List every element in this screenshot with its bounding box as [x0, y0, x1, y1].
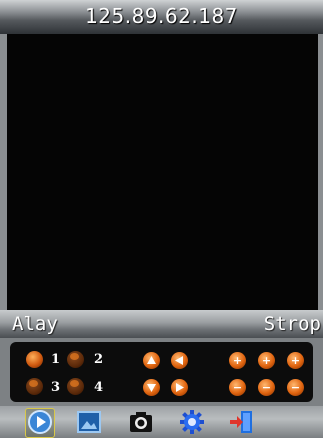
- channel-4-button[interactable]: [67, 378, 84, 395]
- arrow-up-icon: [147, 356, 156, 364]
- exit-button[interactable]: [228, 409, 254, 435]
- status-left-label: Alay: [12, 313, 58, 335]
- gear-icon: [180, 410, 204, 434]
- channel-1-button[interactable]: [26, 351, 43, 368]
- status-right-label: Strop: [263, 313, 321, 335]
- image-icon: [77, 411, 101, 433]
- video-frame-left: [0, 34, 7, 310]
- channel-1-label: 1: [51, 352, 61, 367]
- arrow-right-icon: [176, 383, 184, 392]
- ptz-right-button[interactable]: [171, 379, 188, 396]
- arrow-down-icon: [147, 384, 156, 392]
- control-panel: 1 2 3 4 + + + − − −: [0, 338, 323, 406]
- iris-in-button[interactable]: +: [287, 352, 304, 369]
- zoom-in-button[interactable]: +: [229, 352, 246, 369]
- iris-out-button[interactable]: −: [287, 379, 304, 396]
- plus-icon: +: [290, 354, 301, 367]
- zoom-out-button[interactable]: −: [229, 379, 246, 396]
- video-view[interactable]: [7, 34, 318, 310]
- channel-3-label: 3: [51, 380, 61, 395]
- channel-2-label: 2: [94, 352, 104, 367]
- plus-icon: +: [261, 354, 272, 367]
- title-bar: 125.89.62.187: [0, 0, 323, 34]
- capture-button[interactable]: [128, 409, 154, 435]
- focus-in-button[interactable]: +: [258, 352, 275, 369]
- plus-icon: +: [232, 354, 243, 367]
- channel-3-button[interactable]: [26, 378, 43, 395]
- focus-out-button[interactable]: −: [258, 379, 275, 396]
- arrow-left-icon: [175, 356, 183, 365]
- exit-icon: [230, 411, 252, 433]
- ptz-up-button[interactable]: [143, 352, 160, 369]
- bottom-toolbar: [0, 406, 323, 438]
- ptz-left-button[interactable]: [171, 352, 188, 369]
- channel-2-button[interactable]: [67, 351, 84, 368]
- control-panel-inner: 1 2 3 4 + + + − − −: [10, 342, 313, 402]
- play-button[interactable]: [27, 409, 53, 435]
- status-bar: Alay Strop: [0, 310, 323, 338]
- minus-icon: −: [232, 381, 243, 394]
- play-icon: [28, 410, 52, 434]
- snapshot-gallery-button[interactable]: [76, 409, 102, 435]
- minus-icon: −: [290, 381, 301, 394]
- camera-icon: [130, 412, 152, 432]
- ptz-down-button[interactable]: [143, 379, 160, 396]
- video-frame-right: [318, 34, 323, 310]
- ip-address-title: 125.89.62.187: [85, 4, 238, 28]
- minus-icon: −: [261, 381, 272, 394]
- settings-button[interactable]: [179, 409, 205, 435]
- channel-4-label: 4: [94, 380, 104, 395]
